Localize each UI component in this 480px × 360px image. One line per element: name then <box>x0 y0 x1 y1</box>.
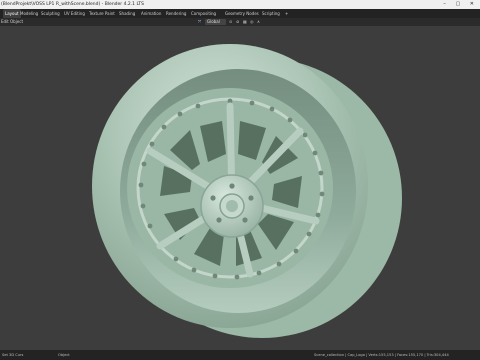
add-workspace-button[interactable]: + <box>285 9 288 18</box>
tab-animation[interactable]: Animation <box>141 9 161 18</box>
window-title: (BlendProjekt\VOSS LP1 R_withScene.blend… <box>1 2 144 7</box>
transform-orientation-dropdown[interactable]: Global <box>205 19 226 25</box>
viewport-header: Edit Object ⤧ Global ⊙ ⊘ ▦ ◎ ∧ <box>0 18 480 26</box>
status-select-mode: Object <box>58 353 70 357</box>
tab-scripting[interactable]: Scripting <box>262 9 280 18</box>
tab-modeling[interactable]: Modeling <box>20 9 38 18</box>
menu-edit[interactable]: Edit <box>1 18 9 26</box>
proportional-falloff-icon[interactable]: ∧ <box>257 18 260 26</box>
snap-icon[interactable]: ⊘ <box>236 18 239 26</box>
tab-rendering[interactable]: Rendering <box>166 9 186 18</box>
tab-sculpting[interactable]: Sculpting <box>41 9 60 18</box>
tab-layout[interactable]: Layout <box>3 9 21 18</box>
status-bar: Set 3D Curs Object Scene_collection | Ca… <box>0 350 480 360</box>
proportional-edit-icon[interactable]: ◎ <box>250 18 254 26</box>
status-scene-stats: Scene_collection | Cap_Logo | Verts:155,… <box>314 353 449 357</box>
tab-geometry-nodes[interactable]: Geometry Nodes <box>225 9 259 18</box>
center-cap-inner <box>226 200 238 212</box>
tab-uv-editing[interactable]: UV Editing <box>64 9 85 18</box>
workspace-tabs-bar: Layout Modeling Sculpting UV Editing Tex… <box>0 9 480 28</box>
tab-compositing[interactable]: Compositing <box>191 9 216 18</box>
3d-viewport[interactable] <box>0 26 480 350</box>
pivot-icon[interactable]: ⊙ <box>229 18 232 26</box>
orientation-label: Global <box>207 19 220 24</box>
tab-texture-paint[interactable]: Texture Paint <box>89 9 115 18</box>
status-mouse-hint: Set 3D Curs <box>2 353 24 357</box>
window-titlebar: (BlendProjekt\VOSS LP1 R_withScene.blend… <box>0 0 480 9</box>
tab-shading[interactable]: Shading <box>119 9 135 18</box>
wheel-model <box>92 44 402 338</box>
window-controls[interactable]: – ▢ ✕ <box>443 0 478 9</box>
menu-object[interactable]: Object <box>10 18 23 26</box>
snap-settings-icon[interactable]: ▦ <box>243 18 247 26</box>
orientation-icon[interactable]: ⤧ <box>198 18 201 26</box>
